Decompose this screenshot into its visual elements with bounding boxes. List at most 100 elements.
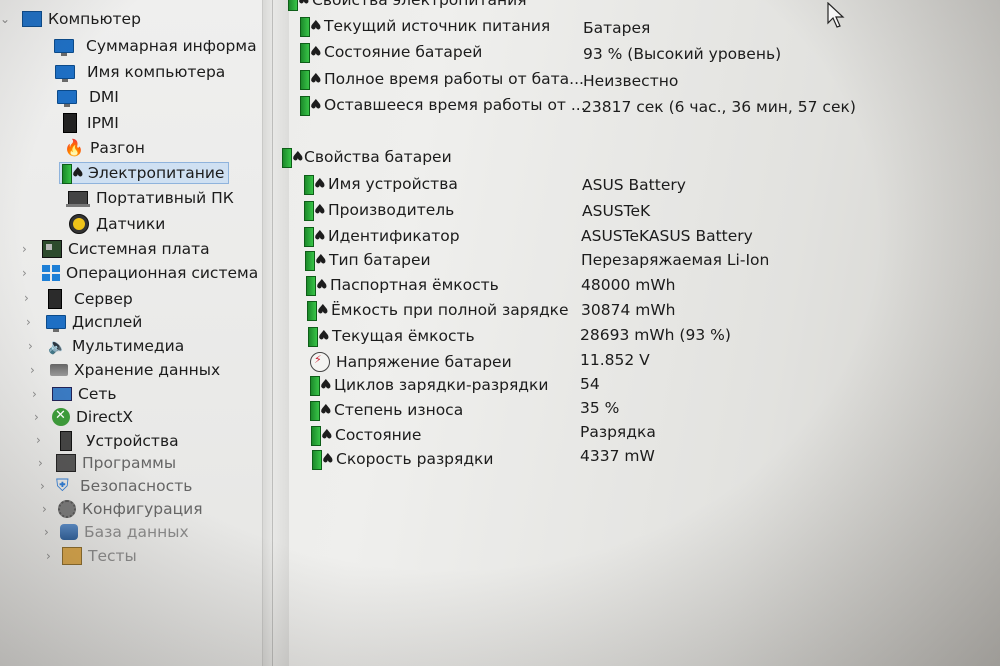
prop-row[interactable]: Ёмкость при полной зарядке [307, 301, 569, 321]
prop-name: Полное время работы от бата... [324, 70, 584, 88]
chevron-right-icon[interactable]: › [32, 387, 37, 401]
battery-icon [308, 327, 328, 347]
battery-icon [304, 201, 324, 221]
prop-row[interactable]: Идентификатор [304, 227, 460, 247]
battery-icon [62, 164, 82, 184]
chevron-down-icon[interactable]: ⌄ [0, 12, 10, 26]
tree-section-server[interactable]: › Сервер [24, 289, 133, 309]
prop-value: Перезаряжаемая Li-Ion [581, 251, 770, 269]
group-title: Свойства батареи [304, 148, 452, 166]
battery-icon [304, 175, 324, 195]
tree-item-overclock[interactable]: 🔥 Разгон [64, 139, 145, 157]
tree-section-label: Сеть [78, 385, 117, 403]
details-pane: Свойства электропитания Текущий источник… [282, 0, 1000, 666]
tree-section-multimedia[interactable]: › 🔈 Мультимедиа [28, 337, 184, 355]
prop-name: Тип батареи [329, 251, 431, 269]
tree-section-display[interactable]: › Дисплей [26, 313, 142, 332]
tree-section-label: Устройства [86, 432, 179, 450]
tree-section-database[interactable]: › База данных [44, 523, 189, 541]
prop-row[interactable]: Текущая ёмкость [308, 327, 475, 347]
tree-section-devices[interactable]: › Устройства [36, 431, 179, 451]
tree-root-label: Компьютер [48, 10, 141, 28]
prop-name: Имя устройства [328, 175, 458, 193]
chevron-right-icon[interactable]: › [34, 410, 39, 424]
tree-section-label: DirectX [76, 408, 134, 426]
tree-item-ipmi[interactable]: IPMI [63, 113, 119, 133]
tree-section-label: Операционная система [66, 264, 259, 282]
tree-item-summary[interactable]: Суммарная информа [54, 37, 257, 56]
prop-name: Текущий источник питания [324, 17, 551, 35]
prop-value: Батарея [583, 19, 651, 37]
tree-section-tests[interactable]: › Тесты [46, 547, 137, 565]
multimedia-icon: 🔈 [48, 337, 67, 355]
prop-name: Скорость разрядки [336, 450, 494, 468]
prop-row[interactable]: Состояние [311, 426, 421, 446]
tree-section-os[interactable]: › Операционная система [22, 264, 258, 282]
prop-row[interactable]: Тип батареи [305, 251, 431, 271]
chevron-right-icon[interactable]: › [28, 339, 33, 353]
chevron-right-icon[interactable]: › [40, 479, 45, 493]
chevron-right-icon[interactable]: › [44, 525, 49, 539]
prop-row[interactable]: Скорость разрядки [312, 450, 494, 470]
chevron-right-icon[interactable]: › [46, 549, 51, 563]
chevron-right-icon[interactable]: › [22, 242, 27, 256]
prop-row[interactable]: Полное время работы от бата... [300, 70, 584, 90]
tests-icon [62, 547, 82, 565]
tree-section-directx[interactable]: › DirectX [34, 408, 133, 426]
tree-item-label: Портативный ПК [96, 189, 234, 207]
battery-icon [300, 70, 320, 90]
tree-item-dmi[interactable]: DMI [57, 88, 119, 107]
programs-icon [56, 454, 76, 472]
prop-value: 48000 mWh [581, 276, 676, 294]
prop-row[interactable]: Оставшееся время работы от ... [300, 96, 586, 116]
network-icon [52, 387, 72, 401]
tree-item-label: Разгон [90, 139, 145, 157]
tree-section-network[interactable]: › Сеть [32, 385, 117, 403]
battery-icon [310, 401, 330, 421]
chevron-right-icon[interactable]: › [30, 363, 35, 377]
tree-section-programs[interactable]: › Программы [38, 454, 176, 472]
battery-icon [311, 426, 331, 446]
prop-row[interactable]: Паспортная ёмкость [306, 276, 499, 296]
battery-icon [307, 301, 327, 321]
tree-item-label: Датчики [96, 215, 166, 233]
server-icon [48, 289, 62, 309]
tree-root-computer[interactable]: ⌄ Компьютер [0, 10, 141, 28]
tree-section-config[interactable]: › Конфигурация [42, 500, 203, 518]
config-icon [58, 500, 76, 518]
pane-splitter[interactable] [262, 0, 289, 666]
chevron-right-icon[interactable]: › [22, 266, 27, 280]
tree-item-laptop[interactable]: Портативный ПК [66, 189, 234, 207]
prop-row[interactable]: Напряжение батареи [310, 352, 512, 372]
prop-row[interactable]: Производитель [304, 201, 454, 221]
tree-item-label: Имя компьютера [87, 63, 226, 81]
battery-icon [305, 251, 325, 271]
tree-section-label: Системная плата [68, 240, 210, 258]
chevron-right-icon[interactable]: › [36, 433, 41, 447]
tree-item-computer-name[interactable]: Имя компьютера [55, 63, 226, 82]
tree-section-security[interactable]: › ⛨ Безопасность [40, 477, 192, 495]
windows-icon [42, 265, 60, 281]
prop-row[interactable]: Имя устройства [304, 175, 458, 195]
battery-icon [300, 96, 320, 116]
chevron-right-icon[interactable]: › [38, 456, 43, 470]
tree-item-sensors[interactable]: Датчики [69, 214, 165, 234]
battery-icon [282, 148, 302, 168]
laptop-icon [66, 191, 90, 207]
prop-row[interactable]: Циклов зарядки-разрядки [310, 376, 548, 396]
battery-icon [300, 17, 320, 37]
tree-section-motherboard[interactable]: › Системная плата [22, 240, 210, 258]
devices-icon [60, 431, 72, 451]
prop-name: Текущая ёмкость [332, 327, 475, 345]
prop-row[interactable]: Текущий источник питания [300, 17, 551, 37]
prop-row[interactable]: Степень износа [310, 401, 463, 421]
tree-item-power[interactable]: Электропитание [58, 162, 230, 184]
battery-icon [300, 43, 320, 63]
prop-row[interactable]: Состояние батарей [300, 43, 482, 63]
chevron-right-icon[interactable]: › [24, 291, 29, 305]
tree-section-storage[interactable]: › Хранение данных [30, 361, 220, 379]
prop-value: 28693 mWh (93 %) [580, 326, 731, 344]
chevron-right-icon[interactable]: › [42, 502, 47, 516]
prop-name: Оставшееся время работы от ... [324, 96, 586, 114]
chevron-right-icon[interactable]: › [26, 315, 31, 329]
